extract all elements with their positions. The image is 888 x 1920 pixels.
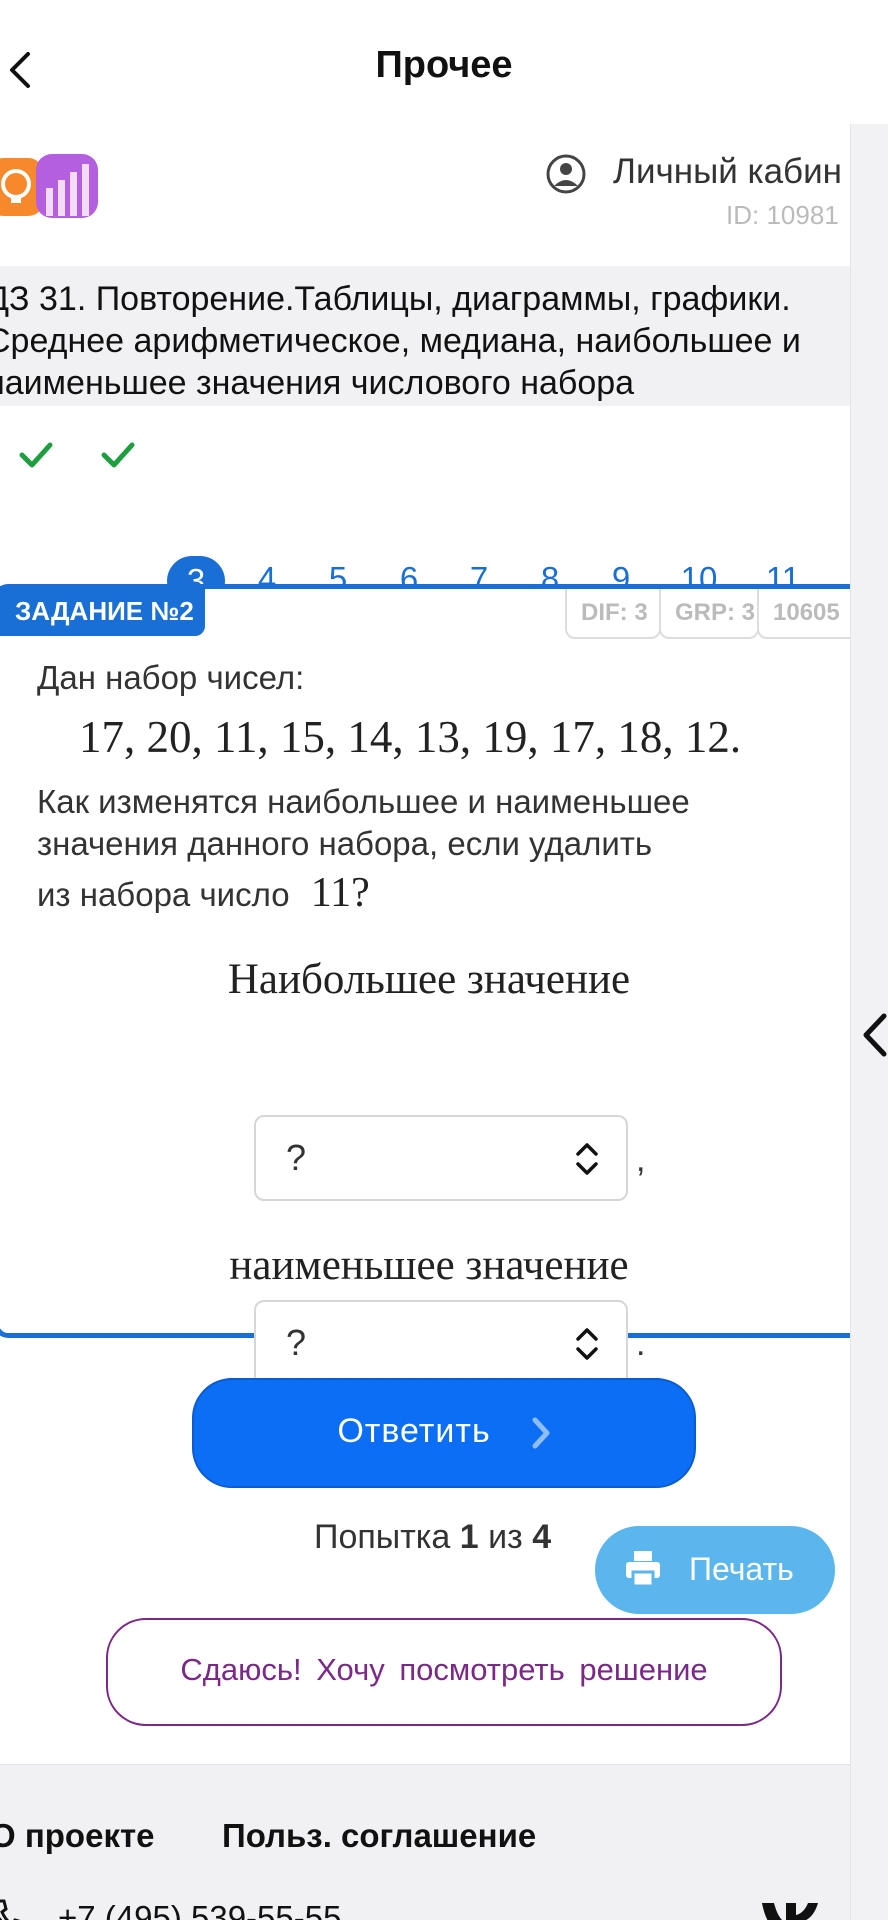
attempt-counter: Попытка 1 из 4 xyxy=(314,1518,551,1557)
lesson-title: ДЗ 31. Повторение.Таблицы, диаграммы, гр… xyxy=(0,266,850,406)
footer-phone[interactable]: +7 (495) 539-55-55 xyxy=(58,1899,341,1920)
max-value-select-value: ? xyxy=(286,1137,307,1178)
lesson-title-line-1: ДЗ 31. Повторение.Таблицы, диаграммы, гр… xyxy=(0,280,791,318)
min-value-select-value: ? xyxy=(286,1322,307,1363)
number-set: 17, 20, 11, 15, 14, 13, 19, 17, 18, 12. xyxy=(79,712,742,762)
question-line-3-text: из набора число xyxy=(37,876,290,913)
vk-icon[interactable] xyxy=(760,1897,820,1920)
personal-cabinet-link[interactable]: Личный кабин xyxy=(613,152,842,192)
question-line-3: из набора число 11? xyxy=(37,869,370,917)
task-card: ЗАДАНИЕ №2 DIF: 3 GRP: 3 10605 Дан набор… xyxy=(0,584,850,1386)
period: . xyxy=(636,1325,646,1363)
user-icon[interactable] xyxy=(546,154,586,194)
comma: , xyxy=(636,1141,646,1179)
meta-tag-dif: DIF: 3 xyxy=(565,589,661,639)
attempt-current: 1 xyxy=(459,1518,479,1556)
question-mark: ? xyxy=(351,870,370,916)
chevron-up-down-icon xyxy=(576,1143,598,1175)
meta-tag-id: 10605 xyxy=(757,589,850,639)
check-icon[interactable] xyxy=(100,440,136,470)
meta-tag-grp: GRP: 3 xyxy=(659,589,759,639)
print-button[interactable]: Печать xyxy=(595,1526,835,1614)
task-number-badge: ЗАДАНИЕ №2 xyxy=(0,586,205,636)
task-intro: Дан набор чисел: xyxy=(37,659,305,696)
footer-link-about[interactable]: О проекте xyxy=(0,1817,154,1855)
printer-icon xyxy=(626,1551,660,1588)
site-footer: О проекте Польз. соглашение +7 (495) 539… xyxy=(0,1764,850,1920)
give-up-button-label: Сдаюсь! Хочу посмотреть решение xyxy=(180,1652,708,1687)
attempt-total: 4 xyxy=(532,1518,552,1556)
site-header: Личный кабин ID: 10981 xyxy=(0,124,850,264)
question-number: 11 xyxy=(310,870,352,916)
app-bar-title: Прочее xyxy=(375,44,513,86)
question-line-2: значения данного набора, если удалить xyxy=(37,825,653,862)
lesson-title-line-2: Среднее арифметическое, медиана, наиболь… xyxy=(0,322,801,360)
web-content: Личный кабин ID: 10981 ДЗ 31. Повторение… xyxy=(0,124,850,1920)
min-value-select[interactable]: ? xyxy=(254,1300,628,1386)
chevron-right-icon xyxy=(532,1417,550,1449)
print-button-label: Печать xyxy=(689,1551,794,1587)
attempt-of: из xyxy=(488,1518,523,1556)
user-id: ID: 10981 xyxy=(726,200,839,230)
lesson-title-line-3: наименьшее значения числового набора xyxy=(0,364,635,402)
attempt-prefix: Попытка xyxy=(314,1518,451,1556)
task-navigation: 3 4 5 6 7 8 9 10 11 12 13 14 xyxy=(0,414,850,665)
answer-button-label: Ответить xyxy=(337,1412,491,1450)
question-line-1: Как изменятся наибольшее и наименьшее xyxy=(37,783,690,820)
site-logo[interactable] xyxy=(0,154,110,220)
label-max-value: Наибольшее значение xyxy=(227,956,631,1003)
chevron-left-icon[interactable] xyxy=(858,1012,888,1058)
max-value-select[interactable]: ? xyxy=(254,1115,628,1201)
give-up-button[interactable]: Сдаюсь! Хочу посмотреть решение xyxy=(106,1618,782,1726)
app-bar: Прочее xyxy=(0,0,888,124)
label-min-value: наименьшее значение xyxy=(229,1242,629,1289)
phone-icon xyxy=(0,1899,21,1920)
answer-button[interactable]: Ответить xyxy=(192,1378,696,1488)
check-icon[interactable] xyxy=(18,440,54,470)
chevron-up-down-icon xyxy=(576,1328,598,1360)
footer-link-agreement[interactable]: Польз. соглашение xyxy=(222,1817,536,1855)
